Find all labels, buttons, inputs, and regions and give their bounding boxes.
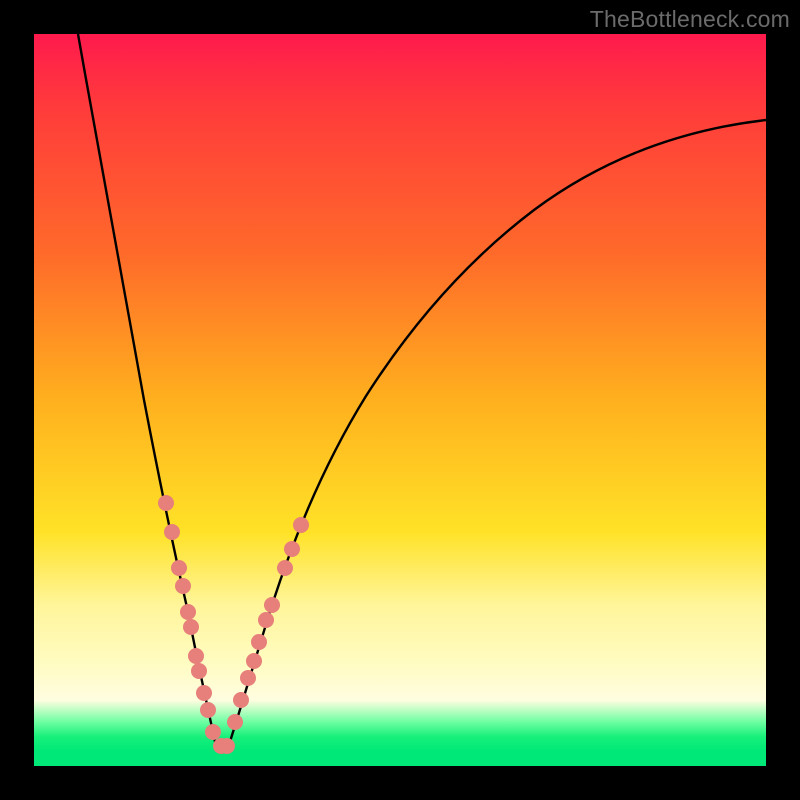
bead [200,702,216,718]
bead [164,524,180,540]
bead [219,738,235,754]
bead [258,612,274,628]
bead [293,517,309,533]
curve-left [78,34,217,751]
bottleneck-curve [34,34,766,766]
watermark-text: TheBottleneck.com [590,6,790,33]
chart-plot-area [34,34,766,766]
bead [196,685,212,701]
chart-frame: TheBottleneck.com [0,0,800,800]
bead [264,597,280,613]
bead [171,560,187,576]
bead [188,648,204,664]
bead [233,692,249,708]
bead [240,670,256,686]
bead-cluster-left [158,495,235,754]
bead-cluster-right [227,517,309,730]
bead [227,714,243,730]
bead [284,541,300,557]
bead [183,619,199,635]
bead [277,560,293,576]
curve-right [227,120,766,751]
bead [246,653,262,669]
bead [158,495,174,511]
bead [191,663,207,679]
bead [251,634,267,650]
bead [205,724,221,740]
bead [175,578,191,594]
bead [180,604,196,620]
